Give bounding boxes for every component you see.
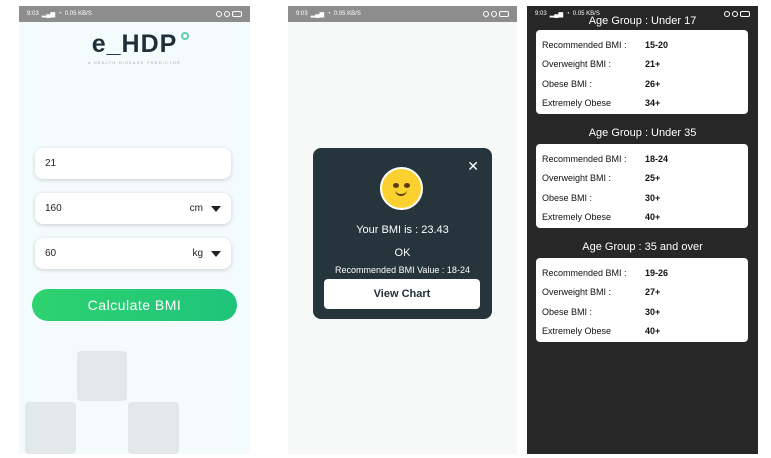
close-icon[interactable]: ✕ [467, 158, 479, 175]
row-value: 25+ [645, 173, 661, 184]
row-value: 30+ [645, 306, 661, 317]
row-label: Extremely Obese [542, 212, 612, 223]
bmi-range-card: Recommended BMI : 19-26 Overweight BMI : 2… [536, 258, 748, 342]
logo-ring-icon [181, 32, 190, 40]
row-label: Recommended BMI : [542, 153, 627, 164]
row-value: 40+ [645, 326, 661, 337]
list-item: Overweight BMI : 21+ [542, 55, 748, 75]
placeholder-tile [128, 402, 179, 454]
row-label: Extremely Obese [542, 326, 612, 337]
row-value: 19-26 [645, 267, 669, 278]
view-chart-button[interactable]: View Chart [324, 279, 480, 309]
list-item: Recommended BMI : 19-26 [542, 263, 748, 283]
list-item: Extremely Obese 34+ [542, 94, 748, 114]
row-label: Recommended BMI : [542, 267, 627, 278]
list-item: Obese BMI : 26+ [542, 74, 748, 94]
row-value: 27+ [645, 287, 661, 298]
row-label: Extremely Obese [542, 98, 612, 109]
status-bar: 9:03 ▂▄▆ ◔ 0.05 KB/S [19, 6, 250, 22]
bmi-result-dialog: ✕ Your BMI is : 23.43 OK Recommended BMI… [313, 148, 492, 319]
list-item: Overweight BMI : 27+ [542, 283, 748, 303]
row-value: 26+ [645, 78, 661, 89]
height-value: 160 [45, 203, 62, 214]
sync-icon [491, 11, 497, 17]
row-label: Obese BMI : [542, 78, 593, 89]
list-item: Obese BMI : 30+ [542, 188, 748, 208]
wifi-icon: ◔ [58, 11, 62, 17]
bmi-result-screen: 9:03 ▂▄▆ ◔ 0.05 KB/S ✕ Your BMI is : 23.… [288, 6, 517, 454]
row-label: Obese BMI : [542, 192, 593, 203]
row-value: 40+ [645, 212, 661, 223]
row-label: Overweight BMI : [542, 287, 612, 298]
height-input[interactable]: 160 cm [35, 193, 231, 224]
bmi-input-screen: 9:03 ▂▄▆ ◔ 0.05 KB/S e_HDP A HEALTH DISE… [19, 6, 250, 454]
row-value: 15-20 [645, 39, 669, 50]
network-speed: 0.05 KB/S [64, 11, 92, 17]
wifi-icon: ◔ [327, 11, 331, 17]
status-bar: 9:03 ▂▄▆ ◔ 0.05 KB/S [288, 6, 517, 22]
list-item: Recommended BMI : 18-24 [542, 149, 748, 169]
logo-text: e_HDP [91, 30, 178, 58]
calculate-bmi-button[interactable]: Calculate BMI [32, 289, 237, 321]
signal-icon: ▂▄▆ [310, 11, 325, 18]
age-input[interactable]: 21 [35, 148, 231, 179]
row-value: 30+ [645, 192, 661, 203]
tagline: A HEALTH DISEASE PREDICTOR [87, 60, 182, 65]
age-value: 21 [45, 158, 57, 169]
status-time: 9:03 [27, 11, 39, 17]
placeholder-tile [77, 351, 127, 401]
weight-input[interactable]: 60 kg [35, 238, 231, 269]
sync-icon [224, 11, 230, 17]
status-time: 9:03 [296, 11, 308, 17]
battery-icon [499, 11, 509, 17]
bmi-range-card: Recommended BMI : 15-20 Overweight BMI : 2… [536, 30, 748, 114]
age-group-title: Age Group : 35 and over [582, 241, 703, 253]
row-label: Overweight BMI : [542, 59, 612, 70]
list-item: Extremely Obese 40+ [542, 208, 748, 228]
placeholder-tile [25, 402, 76, 454]
network-speed: 0.05 KB/S [333, 11, 361, 17]
recommended-bmi-text: Recommended BMI Value : 18-24 [335, 265, 470, 275]
row-label: Overweight BMI : [542, 173, 612, 184]
app-logo: e_HDP A HEALTH DISEASE PREDICTOR [19, 30, 250, 65]
row-value: 34+ [645, 98, 661, 109]
alarm-icon [216, 11, 222, 17]
bmi-chart-screen: 9:03 ▂▄▆ ◔ 0.05 KB/S Age Group : Under 1… [527, 6, 758, 454]
row-value: 21+ [645, 59, 661, 70]
height-unit-select[interactable]: cm [190, 203, 203, 214]
list-item: Obese BMI : 30+ [542, 302, 748, 322]
bmi-value-text: Your BMI is : 23.43 [356, 224, 449, 236]
list-item: Overweight BMI : 25+ [542, 169, 748, 189]
smiley-icon [380, 167, 423, 210]
alarm-icon [483, 11, 489, 17]
weight-unit-select[interactable]: kg [192, 248, 203, 259]
row-label: Recommended BMI : [542, 39, 627, 50]
age-group-title: Age Group : Under 35 [588, 127, 697, 139]
chevron-down-icon[interactable] [211, 205, 221, 212]
weight-value: 60 [45, 248, 57, 259]
signal-icon: ▂▄▆ [41, 11, 56, 18]
row-value: 18-24 [645, 153, 669, 164]
row-label: Obese BMI : [542, 306, 593, 317]
chevron-down-icon[interactable] [211, 250, 221, 257]
list-item: Recommended BMI : 15-20 [542, 35, 748, 55]
battery-icon [232, 11, 242, 17]
list-item: Extremely Obese 40+ [542, 322, 748, 342]
bmi-status-text: OK [394, 247, 411, 259]
age-group-title: Age Group : Under 17 [588, 15, 697, 27]
bmi-range-card: Recommended BMI : 18-24 Overweight BMI : 2… [536, 144, 748, 228]
